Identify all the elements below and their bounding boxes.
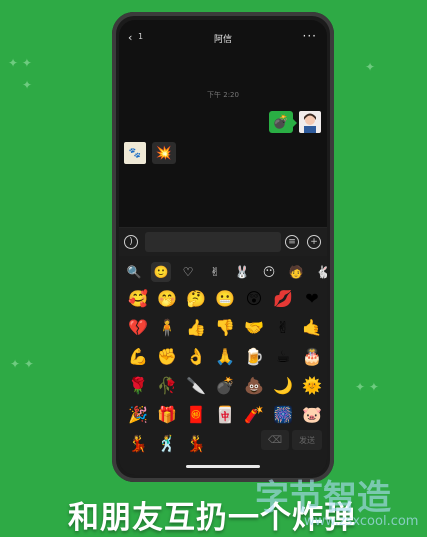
tab-sticker-pack[interactable]: 🐰 — [232, 262, 252, 282]
decor-sparkle: ✦ — [365, 60, 376, 74]
tab-favorites[interactable]: ♡ — [178, 262, 198, 282]
emoji-item[interactable]: 🤙 — [299, 315, 325, 341]
search-icon[interactable]: 🔍 — [124, 262, 144, 282]
decor-sparkle: ✦ — [22, 78, 33, 92]
emoji-item[interactable]: 👍 — [183, 315, 209, 341]
emoji-item[interactable]: 👌 — [183, 344, 209, 370]
emoji-item[interactable]: 🧧 — [183, 402, 209, 428]
emoji-item[interactable]: 🌹 — [125, 373, 151, 399]
emoji-item[interactable]: 🤝 — [241, 315, 267, 341]
message-input[interactable] — [145, 232, 281, 252]
emoji-item[interactable]: 🀄 — [212, 402, 238, 428]
emoji-item[interactable]: 🤔 — [183, 286, 209, 312]
emoji-item[interactable]: 💔 — [125, 315, 151, 341]
emoji-item[interactable]: 🍺 — [241, 344, 267, 370]
emoji-item[interactable]: 🥰 — [125, 286, 151, 312]
home-indicator — [186, 465, 260, 468]
emoji-item[interactable]: 🎆 — [270, 402, 296, 428]
avatar[interactable]: 🐾 — [124, 142, 146, 164]
emoji-item[interactable]: 😬 — [212, 286, 238, 312]
emoji-item[interactable]: 🔪 — [183, 373, 209, 399]
plus-icon[interactable]: + — [307, 235, 321, 249]
emoji-item[interactable]: 💣 — [212, 373, 238, 399]
tab-sticker-pack[interactable]: 😶 — [259, 262, 279, 282]
emoji-item[interactable]: 🎉 — [125, 402, 151, 428]
decor-sparkle: ✦ ✦ — [10, 357, 34, 371]
tab-sticker-pack[interactable]: 🐇 — [313, 262, 327, 282]
more-dots-icon[interactable]: ··· — [303, 29, 317, 43]
watermark: 字节智造 — [255, 478, 391, 518]
emoji-item[interactable]: ✌ — [270, 315, 296, 341]
emoji-panel: 🔍 🙂 ♡ ✌ 🐰 😶 🧑 🐇 🥰 🤭 🤔 😬 😲 💋 ❤ 💔 🧍 👍 👎 🤝 ✌ 🤙 💪 ✊ 👌 🙏 🍺 ☕ 🎂 🌹 🥀 🔪… — [119, 256, 327, 475]
emoji-item[interactable]: 🧨 — [241, 402, 267, 428]
send-button[interactable]: 发送 — [292, 430, 322, 450]
emoji-item[interactable]: 💪 — [125, 344, 151, 370]
emoji-item[interactable]: 🎁 — [154, 402, 180, 428]
message-timestamp: 下午 2:20 — [207, 91, 239, 99]
chat-header: ‹ 1 阿信 ··· — [119, 20, 327, 54]
emoji-item[interactable]: 👎 — [212, 315, 238, 341]
tab-sticker-pack[interactable]: ✌ — [205, 262, 225, 282]
voice-icon[interactable]: ) — [124, 235, 138, 249]
tab-emoji[interactable]: 🙂 — [151, 262, 171, 282]
message-bubble-received[interactable]: 💥 — [152, 142, 176, 164]
input-bar: ) ≡ + — [119, 227, 327, 256]
sticker-icon[interactable]: ≡ — [285, 235, 299, 249]
emoji-item[interactable]: 🌞 — [299, 373, 325, 399]
emoji-item[interactable]: ❤ — [299, 286, 325, 312]
tab-sticker-pack[interactable]: 🧑 — [286, 262, 306, 282]
emoji-item[interactable]: 🕺 — [154, 431, 180, 457]
avatar[interactable] — [299, 111, 321, 133]
emoji-item[interactable]: 🐷 — [299, 402, 325, 428]
emoji-item[interactable]: 💃 — [183, 431, 209, 457]
emoji-item[interactable]: ☕ — [270, 344, 296, 370]
delete-button[interactable]: ⌫ — [261, 430, 289, 450]
decor-sparkle: ✦ ✦ — [8, 56, 32, 70]
watermark-url: www.zsxcool.com — [304, 514, 419, 529]
emoji-item[interactable]: 😲 — [241, 286, 267, 312]
emoji-item[interactable]: 🙏 — [212, 344, 238, 370]
emoji-item[interactable]: ✊ — [154, 344, 180, 370]
emoji-item[interactable]: 🤭 — [154, 286, 180, 312]
emoji-item[interactable]: 🌙 — [270, 373, 296, 399]
message-bubble-sent[interactable]: 💣 — [269, 111, 297, 133]
decor-sparkle: ✦ ✦ — [355, 380, 379, 394]
emoji-item[interactable]: 🥀 — [154, 373, 180, 399]
chat-title: 阿信 — [213, 35, 232, 45]
emoji-item[interactable]: 🎂 — [299, 344, 325, 370]
wechat-chat-screen: ‹ 1 阿信 ··· 下午 2:20 💣 🐾 💥 ) ≡ + 🔍 🙂 ♡ ✌ 🐰… — [119, 20, 327, 475]
emoji-item[interactable]: 💃 — [125, 431, 151, 457]
emoji-item[interactable]: 💩 — [241, 373, 267, 399]
emoji-item[interactable]: 💋 — [270, 286, 296, 312]
emoji-item[interactable]: 🧍 — [154, 315, 180, 341]
emoji-tabs: 🔍 🙂 ♡ ✌ 🐰 😶 🧑 🐇 — [119, 258, 327, 284]
